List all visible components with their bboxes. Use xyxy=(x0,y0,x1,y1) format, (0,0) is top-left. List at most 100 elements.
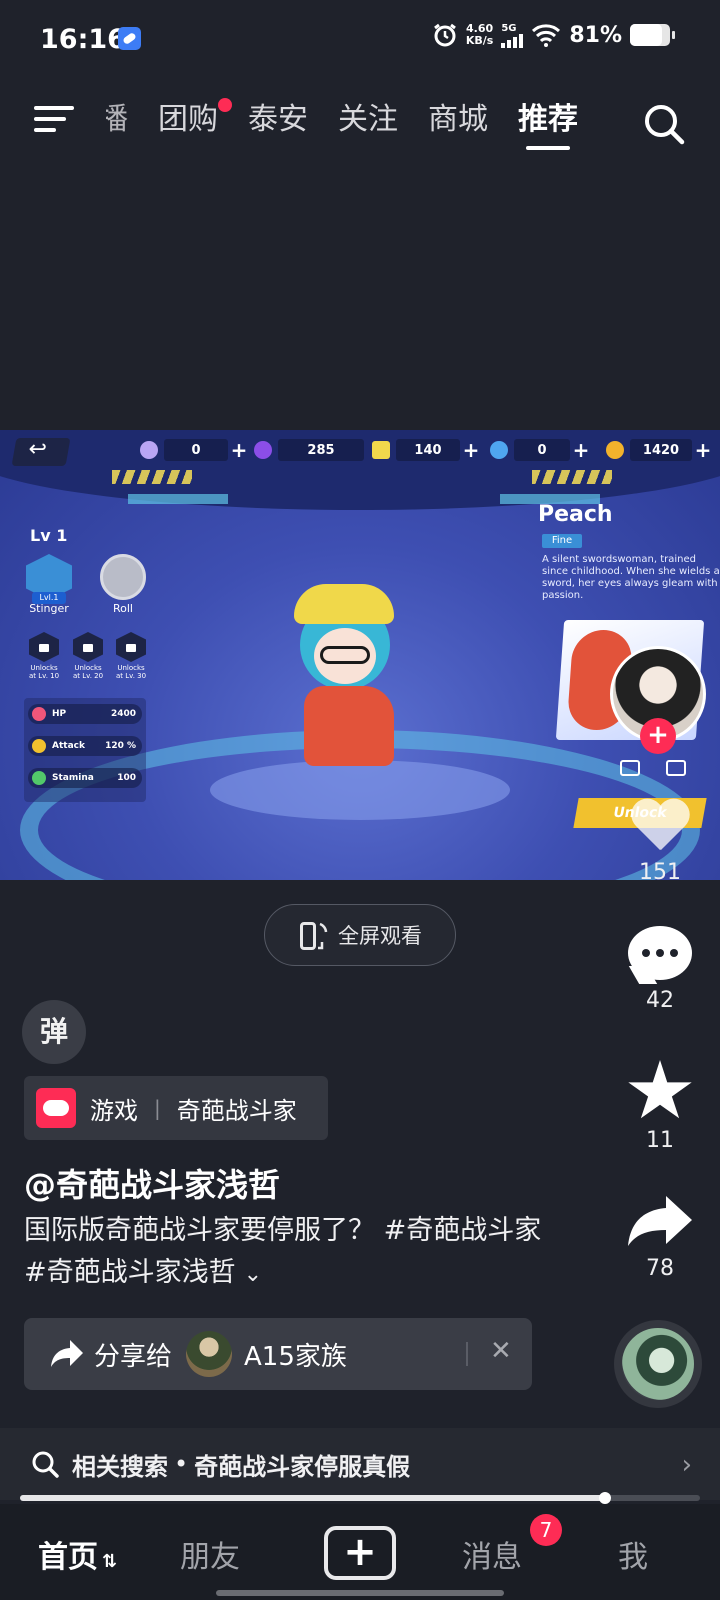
battery-percent: 81% xyxy=(569,22,622,48)
switch-icon: ⇅ xyxy=(102,1551,118,1572)
resource-counter: 285 xyxy=(254,438,364,462)
bottom-nav: 首页 ⇅ 朋友 + 消息 7 我 xyxy=(0,1504,720,1600)
share-count: 78 xyxy=(646,1256,674,1281)
progress-knob[interactable] xyxy=(598,1492,611,1504)
tab-mall[interactable]: 商城 xyxy=(428,100,488,150)
danmu-toggle[interactable]: 弹 xyxy=(22,1000,86,1064)
status-bar: 16:16 4.60 KB/s 5G 81% xyxy=(0,0,720,80)
heart-icon[interactable] xyxy=(629,800,691,856)
game-tag[interactable]: 游戏 | 奇葩战斗家 xyxy=(24,1076,328,1140)
menu-icon[interactable] xyxy=(34,104,74,134)
share-arrow-icon xyxy=(51,1340,83,1367)
divider xyxy=(466,1342,468,1366)
author-avatar[interactable]: + xyxy=(610,646,706,754)
notification-app-icon xyxy=(118,27,141,50)
cellular-signal: 5G xyxy=(501,22,524,48)
comment-icon[interactable] xyxy=(628,926,692,984)
decor-stripe xyxy=(532,470,612,484)
stamina-icon xyxy=(32,771,46,785)
gem-icon xyxy=(372,441,390,459)
network-type: 5G xyxy=(501,22,517,34)
share-label: 分享给 xyxy=(94,1341,173,1372)
tab-group-buy[interactable]: 团购 xyxy=(158,98,232,150)
star-icon[interactable] xyxy=(628,1060,692,1119)
skill-stinger: Lvl.1 Stinger xyxy=(26,554,72,615)
fullscreen-game-icon xyxy=(620,760,640,776)
video-progress-bar[interactable] xyxy=(20,1492,700,1504)
roll-icon xyxy=(100,554,146,600)
stats-panel: HP 2400 Attack 120 % Stamina 100 xyxy=(24,698,146,802)
divider: | xyxy=(154,1096,161,1120)
like-button[interactable]: 151 xyxy=(612,800,708,885)
tab-live[interactable]: 播 xyxy=(106,100,128,150)
music-disc[interactable] xyxy=(614,1320,702,1408)
game-back-button xyxy=(11,438,71,466)
lock-icon xyxy=(116,632,146,662)
like-count: 151 xyxy=(639,860,681,885)
fullscreen-label: 全屏观看 xyxy=(338,924,422,948)
create-button[interactable]: + xyxy=(324,1526,396,1580)
separator-dot: • xyxy=(174,1450,189,1478)
attack-icon xyxy=(32,739,46,753)
progress-fill xyxy=(20,1495,605,1501)
level-label: Lv 1 xyxy=(30,526,68,545)
home-indicator[interactable] xyxy=(216,1590,504,1596)
share-suggestion-bar[interactable]: 分享给 A15家族 ✕ xyxy=(24,1318,532,1390)
related-search-bar[interactable]: 相关搜索 • 奇葩战斗家停服真假 › xyxy=(0,1428,720,1500)
stat-hp: HP 2400 xyxy=(28,704,142,724)
tab-recommended[interactable]: 推荐 xyxy=(518,100,578,150)
follow-button[interactable]: + xyxy=(640,718,676,754)
search-icon xyxy=(32,1451,59,1478)
favorite-button[interactable]: 11 xyxy=(612,1060,708,1153)
nav-tabs: 播 团购 泰安 关注 商城 推荐 xyxy=(98,98,578,150)
hero-tag: Fine xyxy=(542,534,582,548)
tab-home[interactable]: 首页 ⇅ xyxy=(38,1532,117,1576)
signal-icon xyxy=(501,33,524,48)
decor-bar xyxy=(128,494,228,504)
share-button[interactable]: 78 xyxy=(612,1194,708,1281)
hero-name: Peach xyxy=(538,502,613,527)
favorite-count: 11 xyxy=(646,1128,674,1153)
fullscreen-button[interactable]: 全屏观看 xyxy=(264,904,456,966)
battery-icon xyxy=(630,24,675,46)
locked-skill: Unlocks at Lv. 10 xyxy=(27,632,61,680)
skill-name: Roll xyxy=(113,602,133,615)
skill-level-badge: Lvl.1 xyxy=(32,592,66,604)
skill-roll: Roll xyxy=(100,554,146,615)
character-peach xyxy=(270,578,420,778)
hero-description: A silent swordswoman, trained since chil… xyxy=(542,554,720,601)
video-caption[interactable]: 国际版奇葩战斗家要停服了？ #奇葩战斗家 #奇葩战斗家浅哲 ⌄ xyxy=(24,1210,544,1296)
stat-attack: Attack 120 % xyxy=(28,736,142,756)
tab-taian[interactable]: 泰安 xyxy=(248,100,308,150)
gem-icon xyxy=(254,441,272,459)
chevron-right-icon: › xyxy=(681,1450,692,1480)
plus-icon: + xyxy=(694,438,712,462)
game-hud: 0 + 285 140 + 0 + 1420 + xyxy=(0,434,720,466)
tab-messages[interactable]: 消息 xyxy=(462,1532,522,1576)
tab-me[interactable]: 我 xyxy=(618,1532,648,1576)
search-icon[interactable] xyxy=(642,102,686,146)
controller-icon xyxy=(666,760,686,776)
battery-level xyxy=(630,24,663,46)
tab-friends[interactable]: 朋友 xyxy=(180,1532,240,1576)
top-nav: 播 团购 泰安 关注 商城 推荐 xyxy=(0,92,720,162)
resource-value: 140 xyxy=(396,439,460,461)
locked-skill: Unlocks at Lv. 30 xyxy=(114,632,148,680)
clock: 16:16 xyxy=(40,24,126,55)
comment-button[interactable]: 42 xyxy=(612,926,708,1013)
resource-counter: 0 + xyxy=(490,438,592,462)
share-icon[interactable] xyxy=(626,1194,694,1248)
game-category: 游戏 xyxy=(90,1096,138,1125)
gamepad-icon xyxy=(36,1088,76,1128)
related-search-prefix: 相关搜索 xyxy=(72,1452,168,1481)
chevron-down-icon[interactable]: ⌄ xyxy=(244,1254,262,1296)
resource-value: 0 xyxy=(514,439,570,461)
messages-badge: 7 xyxy=(530,1514,562,1546)
gem-icon xyxy=(140,441,158,459)
author-name[interactable]: @奇葩战斗家浅哲 xyxy=(24,1160,280,1206)
decor-stripe xyxy=(112,470,192,484)
tab-following[interactable]: 关注 xyxy=(338,100,398,150)
wifi-icon xyxy=(532,24,561,47)
resource-counter: 140 + xyxy=(372,438,482,462)
close-icon[interactable]: ✕ xyxy=(490,1336,512,1366)
